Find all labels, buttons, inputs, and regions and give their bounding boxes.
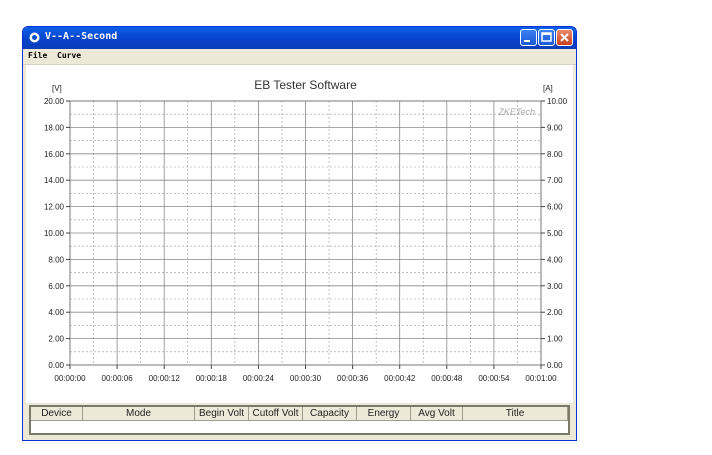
x-tick-label: 00:00:06 [102,374,134,383]
column-header-begin-volt[interactable]: Begin Volt [195,407,249,421]
x-tick-label: 00:00:18 [196,374,228,383]
x-tick-label: 00:00:48 [431,374,463,383]
app-window: V--A--Second File Curve 20.00 18.00 16.00 1… [22,26,577,441]
title-bar[interactable]: V--A--Second [23,27,576,49]
y-left-tick-label: 14.00 [44,176,65,185]
y-right-tick-label: 4.00 [547,255,563,264]
column-header-cutoff-volt[interactable]: Cutoff Volt [249,407,303,421]
y-right-tick-label: 8.00 [547,150,563,159]
plot-area: 20.00 18.00 16.00 14.00 12.00 10.00 8.00 6.00 4.… [26,65,573,403]
y-right-tick-label: 10.00 [547,97,568,106]
x-tick-label: 00:00:54 [478,374,510,383]
close-icon [560,33,569,42]
chart: 20.00 18.00 16.00 14.00 12.00 10.00 8.00 6.00 4.… [44,78,568,383]
results-table: Device Mode Begin Volt Cutoff Volt Capacity E… [29,405,570,435]
column-header-capacity[interactable]: Capacity [303,407,357,421]
maximize-button[interactable] [538,29,555,46]
chart-title: EB Tester Software [254,78,357,92]
close-button[interactable] [556,29,573,46]
x-tick-label: 00:00:12 [149,374,181,383]
watermark-logo: ZKETech [497,107,535,117]
x-tick-label: 00:01:00 [525,374,557,383]
minimize-icon [524,40,530,42]
x-tick-label: 00:00:24 [243,374,275,383]
minimize-button[interactable] [520,29,537,46]
x-tick-label: 00:00:00 [54,374,86,383]
y-right-tick-label: 6.00 [547,203,563,212]
y-left-tick-label: 2.00 [48,335,64,344]
menu-bar: File Curve [23,49,576,65]
y-left-tick-label: 18.00 [44,123,65,132]
y-right-tick-label: 0.00 [547,361,563,370]
y-left-tick-label: 0.00 [48,361,64,370]
column-header-avg-volt[interactable]: Avg Volt [411,407,463,421]
y-right-tick-label: 7.00 [547,176,563,185]
x-tick-label: 00:00:36 [337,374,369,383]
y-right-tick-label: 3.00 [547,282,563,291]
y-right-tick-label: 5.00 [547,229,563,238]
y-left-tick-label: 12.00 [44,203,65,212]
y-left-tick-label: 6.00 [48,282,64,291]
y-left-tick-label: 8.00 [48,255,64,264]
y-left-tick-label: 16.00 [44,150,65,159]
column-header-mode[interactable]: Mode [83,407,195,421]
x-tick-label: 00:00:30 [290,374,322,383]
y-left-tick-label: 10.00 [44,229,65,238]
y-right-tick-label: 2.00 [547,308,563,317]
window-title: V--A--Second [45,31,118,42]
y-right-tick-label: 9.00 [547,123,563,132]
y-left-tick-label: 20.00 [44,97,65,106]
app-icon [29,32,40,43]
column-header-device[interactable]: Device [31,407,83,421]
column-header-title[interactable]: Title [463,407,568,421]
y-right-tick-label: 1.00 [547,335,563,344]
y-right-axis-label: [A] [543,84,553,93]
column-header-energy[interactable]: Energy [357,407,411,421]
x-tick-label: 00:00:42 [384,374,416,383]
menu-file[interactable]: File [28,51,47,60]
y-left-axis-label: [V] [52,84,62,93]
y-left-tick-label: 4.00 [48,308,64,317]
maximize-icon [541,32,552,42]
menu-curve[interactable]: Curve [57,51,81,60]
